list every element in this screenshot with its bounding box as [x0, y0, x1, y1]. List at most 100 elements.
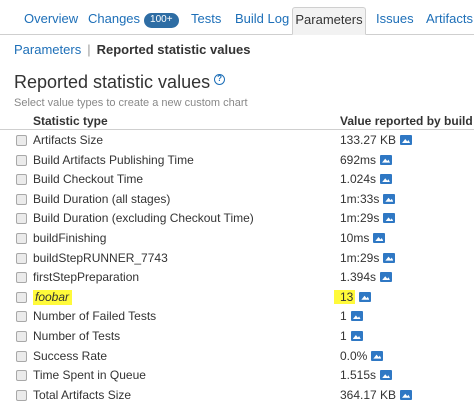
question-circle-icon[interactable]: ?: [214, 74, 226, 85]
chart-icon[interactable]: [383, 252, 396, 263]
chart-icon[interactable]: [400, 135, 413, 145]
statistic-value-text: 1: [340, 329, 347, 343]
statistic-value-text: 0.0%: [340, 348, 368, 363]
statistic-value-text: 1.515s: [340, 368, 377, 383]
table-row: buildFinishing 10ms: [0, 229, 474, 249]
chart-icon[interactable]: [380, 154, 393, 165]
column-header-statistic-type: Statistic type: [33, 114, 108, 128]
row-checkbox[interactable]: [16, 193, 27, 205]
statistic-type-label: Success Rate: [33, 348, 108, 363]
row-checkbox[interactable]: [16, 291, 27, 303]
table-row: Number of Tests 1: [0, 327, 474, 347]
statistic-value-text: 133.27 KB: [340, 133, 397, 147]
statistic-type-label: buildFinishing: [33, 231, 107, 245]
tab-overview[interactable]: Overview: [24, 7, 78, 35]
statistic-value: 1: [340, 309, 363, 324]
row-checkbox[interactable]: [16, 233, 27, 244]
tab-changes[interactable]: Changes 100+: [88, 7, 179, 35]
chart-icon[interactable]: [373, 233, 386, 243]
row-checkbox[interactable]: [16, 272, 27, 284]
table-row: firstStepPreparation 1.394s: [0, 268, 474, 288]
statistic-value-text: 1: [340, 309, 347, 324]
table-row: buildStepRUNNER_7743 1m:29s: [0, 249, 474, 269]
table-row: Success Rate 0.0%: [0, 347, 474, 367]
page-subtitle: Select value types to create a new custo…: [14, 97, 248, 109]
chart-icon[interactable]: [371, 350, 384, 361]
row-checkbox[interactable]: [16, 135, 27, 146]
chart-icon[interactable]: [350, 331, 363, 341]
statistic-value: 1.024s: [340, 172, 393, 187]
statistic-type-label-highlighted: foobar: [33, 289, 73, 305]
statistic-type-label: Build Duration (all stages): [33, 191, 171, 206]
statistic-value-text: 692ms: [340, 152, 377, 167]
statistic-type-label: Total Artifacts Size: [33, 387, 132, 402]
statistic-value-text: 1.024s: [340, 172, 377, 187]
statistic-type-label: Artifacts Size: [33, 133, 104, 147]
chart-icon[interactable]: [383, 193, 396, 204]
table-row: Total Artifacts Size 364.17 KB: [0, 386, 474, 406]
table-row: Artifacts Size 133.27 KB: [0, 131, 474, 151]
statistic-value: 364.17 KB: [340, 388, 413, 403]
statistic-type-label: Build Artifacts Publishing Time: [33, 152, 194, 167]
statistic-value: 1m:29s: [340, 211, 396, 226]
table-row: Build Duration (all stages) 1m:33s: [0, 190, 474, 210]
table-row: Build Checkout Time 1.024s: [0, 170, 474, 190]
chart-icon[interactable]: [350, 311, 363, 322]
row-checkbox[interactable]: [16, 174, 27, 186]
table-header: Statistic type Value reported by build: [0, 113, 474, 130]
tab-parameters[interactable]: Parameters: [292, 7, 366, 35]
breadcrumb: Parameters | Reported statistic values: [14, 42, 250, 58]
chart-icon[interactable]: [400, 389, 413, 400]
tab-bar: Overview Changes 100+ Tests Build Log Par…: [0, 0, 474, 35]
breadcrumb-separator: |: [87, 42, 91, 57]
table-row: Build Artifacts Publishing Time 692ms: [0, 151, 474, 171]
statistic-value: 692ms: [340, 152, 393, 168]
statistic-value: 0.0%: [340, 348, 384, 364]
row-checkbox[interactable]: [16, 213, 27, 225]
changes-count-badge: 100+: [144, 13, 179, 28]
chart-icon[interactable]: [359, 291, 372, 302]
statistic-value: 1.394s: [340, 270, 393, 285]
table-row-highlighted: foobar 13: [0, 288, 474, 308]
table-row: Build Duration (excluding Checkout Time)…: [0, 209, 474, 229]
statistic-value: 133.27 KB: [340, 133, 413, 148]
statistic-value: 1m:29s: [340, 250, 396, 266]
tab-issues[interactable]: Issues: [376, 7, 414, 35]
tab-artifacts[interactable]: Artifacts: [426, 7, 473, 35]
row-checkbox[interactable]: [16, 389, 27, 401]
row-checkbox[interactable]: [16, 154, 27, 166]
chart-icon[interactable]: [380, 174, 393, 185]
statistic-value-text: 1m:29s: [340, 250, 380, 265]
statistic-value-text: 1m:33s: [340, 191, 380, 206]
statistic-value: 10ms: [340, 231, 386, 246]
statistic-value-text: 1.394s: [340, 270, 377, 285]
statistic-value-text-highlighted: 13: [334, 289, 356, 304]
row-checkbox[interactable]: [16, 350, 27, 362]
table-row: Number of Failed Tests 1: [0, 307, 474, 327]
row-checkbox[interactable]: [16, 252, 27, 264]
statistic-type-label: Build Checkout Time: [33, 172, 144, 187]
row-checkbox[interactable]: [16, 311, 27, 323]
tab-build-log[interactable]: Build Log: [235, 7, 289, 35]
chart-icon[interactable]: [383, 213, 396, 224]
statistic-value: 13: [334, 289, 372, 305]
tab-changes-label: Changes: [88, 11, 141, 26]
statistic-type-label: Number of Failed Tests: [33, 309, 157, 324]
statistic-type-label: Build Duration (excluding Checkout Time): [33, 211, 254, 226]
row-checkbox[interactable]: [16, 370, 27, 382]
statistic-type-label: Number of Tests: [33, 329, 121, 343]
statistic-value: 1.515s: [340, 368, 393, 383]
table-row: Time Spent in Queue 1.515s: [0, 366, 474, 386]
statistic-type-label: buildStepRUNNER_7743: [33, 250, 168, 265]
breadcrumb-parameters-link[interactable]: Parameters: [14, 42, 81, 57]
chart-icon[interactable]: [380, 370, 393, 381]
statistic-type-label: Time Spent in Queue: [33, 368, 146, 383]
page-title: Reported statistic values: [14, 72, 211, 92]
statistic-value: 1m:33s: [340, 191, 396, 207]
row-checkbox[interactable]: [16, 331, 27, 342]
breadcrumb-current: Reported statistic values: [96, 42, 251, 57]
tab-tests[interactable]: Tests: [191, 7, 221, 35]
statistic-value-text: 10ms: [340, 231, 370, 245]
statistic-value-text: 1m:29s: [340, 211, 380, 226]
chart-icon[interactable]: [380, 272, 393, 283]
